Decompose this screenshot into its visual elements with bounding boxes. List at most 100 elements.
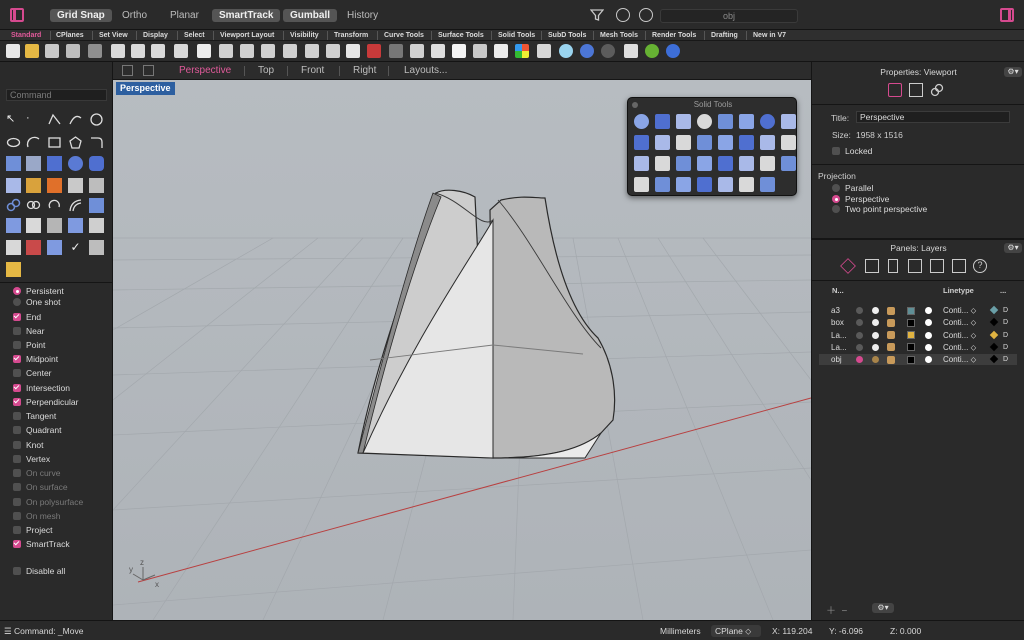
visibility-bulb-icon[interactable] (872, 343, 879, 351)
lock-icon[interactable] (887, 318, 895, 327)
boolean-intersection-icon[interactable] (676, 114, 691, 129)
analyze-solid-icon[interactable] (718, 177, 733, 192)
arc-icon[interactable] (26, 135, 41, 150)
trim-icon[interactable] (47, 178, 62, 193)
layer-linetype[interactable]: Conti... ⬦ (943, 354, 976, 365)
layer-name[interactable]: a3 (831, 305, 840, 316)
layer-linetype[interactable]: Conti... ⬦ (943, 342, 976, 353)
layers-icon[interactable] (494, 44, 508, 58)
select-arrow-icon[interactable]: ↖ (6, 112, 21, 127)
lock-icon[interactable] (887, 343, 895, 352)
box-icon[interactable] (47, 156, 62, 171)
file-tab-icon[interactable] (888, 259, 898, 273)
color-wheel-icon[interactable] (515, 44, 529, 58)
circle-tool-icon[interactable] (89, 112, 104, 127)
edge-tools-icon[interactable] (739, 156, 754, 171)
link-icon[interactable] (930, 83, 944, 97)
solid-tool-icon[interactable] (760, 177, 775, 192)
select-icon[interactable] (410, 44, 424, 58)
boolean-difference-icon[interactable] (655, 114, 670, 129)
viewport-icon[interactable] (909, 83, 923, 97)
merge-faces-icon[interactable] (634, 135, 649, 150)
surface-corner-icon[interactable] (6, 156, 21, 171)
tab-select[interactable]: Select (180, 30, 209, 41)
pan-hand-icon[interactable] (197, 44, 211, 58)
panel-splitter[interactable] (812, 238, 1024, 240)
print-color-icon[interactable] (989, 305, 999, 315)
section-icon[interactable] (676, 177, 691, 192)
zoom-extents-icon[interactable] (283, 44, 297, 58)
tab-right-view[interactable]: Right (353, 65, 376, 76)
layer-name[interactable]: obj (831, 354, 842, 365)
cplane-select[interactable]: CPlane ⬦ (711, 625, 761, 637)
group-icon[interactable] (6, 198, 21, 213)
print-width-icon[interactable]: D (1003, 342, 1008, 353)
create-solid-icon[interactable] (718, 156, 733, 171)
point-icon[interactable]: · (26, 112, 41, 127)
ortho-toggle[interactable]: Ortho (115, 9, 154, 22)
ellipse-icon[interactable] (6, 135, 21, 150)
solid-box-icon[interactable] (781, 135, 796, 150)
material-icon[interactable] (925, 356, 932, 364)
shade-icon[interactable] (389, 44, 403, 58)
layer-color-swatch[interactable] (907, 331, 915, 340)
move-icon[interactable] (89, 198, 104, 213)
save-icon[interactable] (45, 44, 59, 58)
layer-linetype[interactable]: Conti... ⬦ (943, 330, 976, 341)
mirror-icon[interactable] (47, 218, 62, 233)
units-label[interactable]: Millimeters (660, 626, 701, 636)
layers-options-gear-icon[interactable]: ⚙▾ (872, 603, 894, 613)
tab-surface-tools[interactable]: Surface Tools (434, 30, 488, 41)
osnap-icon[interactable] (431, 44, 445, 58)
solid-tools-palette[interactable]: Solid Tools (627, 97, 797, 196)
split-icon[interactable] (68, 178, 83, 193)
layer-row[interactable]: La... Conti... ⬦ D (819, 330, 1017, 341)
history-toggle[interactable]: History (340, 9, 385, 22)
layer-name[interactable]: box (831, 317, 844, 328)
display-tab-icon[interactable] (952, 259, 966, 273)
tab-front-view[interactable]: Front (301, 65, 324, 76)
polygon-icon[interactable] (68, 135, 83, 150)
lock-icon[interactable] (887, 355, 895, 364)
tab-viewport-layout[interactable]: Viewport Layout (216, 30, 278, 41)
layer-col-name[interactable]: N... (832, 286, 844, 295)
boolean-union-icon[interactable] (26, 198, 41, 213)
viewport-grid-icon[interactable] (122, 65, 133, 76)
current-layer-icon[interactable] (856, 331, 863, 339)
options-icon[interactable] (624, 44, 638, 58)
unroll-icon[interactable] (634, 177, 649, 192)
lock-icon[interactable] (887, 306, 895, 315)
cut-icon[interactable] (111, 44, 125, 58)
cap-holes-icon[interactable] (760, 114, 775, 129)
zoom-icon[interactable] (240, 44, 254, 58)
visibility-bulb-icon[interactable] (872, 307, 879, 314)
extract-surface-icon[interactable] (718, 114, 733, 129)
text-tool-icon[interactable] (89, 240, 104, 255)
fillet-edge-icon[interactable] (739, 114, 754, 129)
rotate-icon[interactable] (47, 198, 62, 213)
rotate-view-icon[interactable] (219, 44, 233, 58)
viewport-name-label[interactable]: Perspective (116, 82, 175, 95)
material-icon[interactable] (925, 307, 932, 314)
grid-points-icon[interactable] (6, 240, 21, 255)
tab-drafting[interactable]: Drafting (707, 30, 742, 41)
record-history-icon[interactable] (739, 177, 754, 192)
layer-row[interactable]: La... Conti... ⬦ D (819, 342, 1017, 353)
layer-col-linetype[interactable]: Linetype (943, 286, 974, 295)
current-layer-icon[interactable] (856, 343, 863, 351)
right-sidebar-toggle-icon[interactable] (1000, 8, 1014, 22)
shell-icon[interactable] (781, 114, 796, 129)
print-color-icon[interactable] (989, 354, 999, 364)
tab-layouts[interactable]: Layouts... (404, 65, 447, 76)
tab-display[interactable]: Display (139, 30, 172, 41)
print-icon[interactable] (66, 44, 80, 58)
fold-face-icon[interactable] (676, 156, 691, 171)
command-search-input[interactable]: obj (660, 9, 798, 23)
move-face-icon[interactable] (676, 135, 691, 150)
tab-perspective-view[interactable]: Perspective (179, 65, 231, 76)
zoom-all-icon[interactable] (326, 44, 340, 58)
print-color-icon[interactable] (989, 330, 999, 339)
visibility-bulb-icon[interactable] (872, 356, 879, 364)
paste-icon[interactable] (151, 44, 165, 58)
object-tab-icon[interactable] (908, 259, 922, 273)
